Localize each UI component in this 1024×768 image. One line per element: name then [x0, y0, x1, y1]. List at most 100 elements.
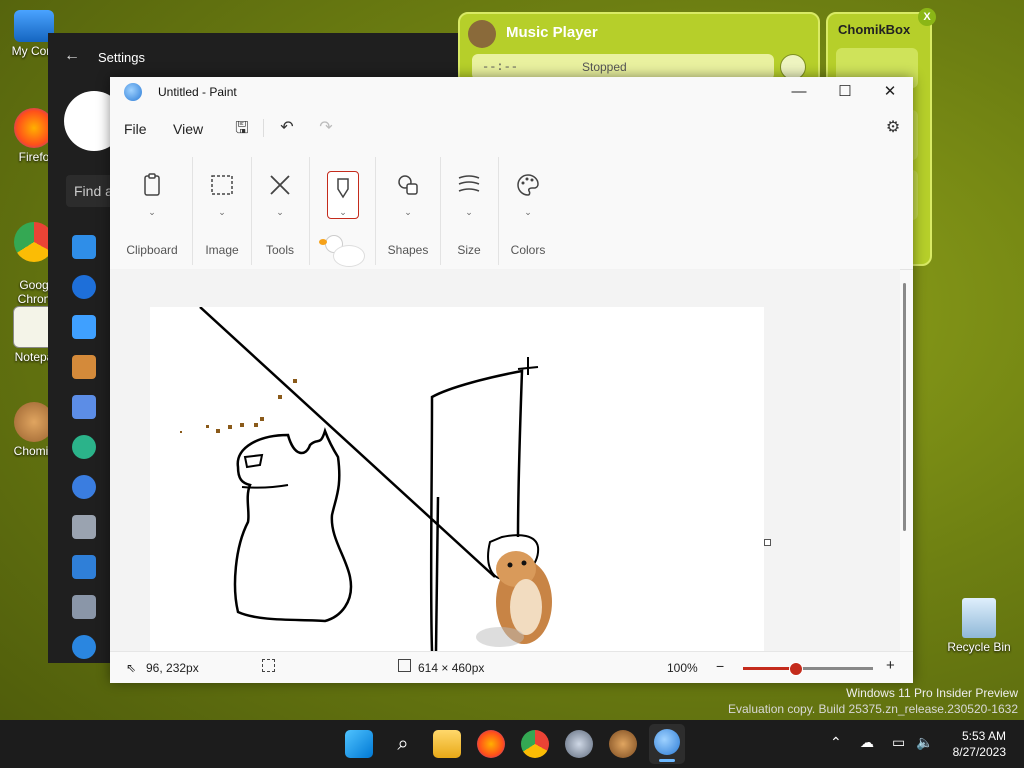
clock-date: 8/27/2023 [952, 745, 1006, 759]
accessibility-icon[interactable] [72, 555, 96, 579]
desktop-icon-recycle-bin[interactable]: Recycle Bin [944, 598, 1014, 654]
privacy-shield-icon[interactable] [72, 595, 96, 619]
close-icon[interactable]: X [918, 8, 936, 26]
save-icon[interactable]: 🖫 [231, 117, 253, 139]
ribbon-label: Clipboard [126, 243, 178, 257]
close-icon[interactable]: ✕ [867, 77, 913, 107]
chevron-down-icon: ⌄ [524, 207, 532, 217]
gaming-icon[interactable] [72, 515, 96, 539]
music-player-title: Music Player [506, 24, 598, 41]
divider [192, 157, 193, 265]
undo-icon[interactable]: ↶ [276, 117, 298, 139]
ribbon-group-colors[interactable]: ⌄ Colors [499, 151, 557, 269]
tools-icon [270, 175, 290, 195]
apps-icon[interactable] [72, 395, 96, 419]
chevron-down-icon: ⌄ [404, 207, 412, 217]
ribbon-group-shapes[interactable]: ⌄ Shapes [378, 151, 438, 269]
search-icon[interactable]: ⌕ [389, 730, 417, 758]
menu-file[interactable]: File [124, 121, 147, 137]
chrome-icon[interactable] [521, 730, 549, 758]
ribbon-group-image[interactable]: ⌄ Image [194, 151, 250, 269]
selection-size-icon [262, 659, 275, 672]
menu-bar: File View 🖫 ↶ ↷ ⚙ [110, 111, 913, 145]
palette-icon [517, 174, 539, 196]
vertical-scrollbar[interactable] [903, 283, 906, 531]
hamster-sticker [476, 551, 552, 647]
chevron-down-icon: ⌄ [148, 207, 156, 217]
divider [309, 157, 310, 265]
ribbon-label: Tools [265, 243, 294, 257]
paint-window[interactable]: Untitled - Paint — ☐ ✕ File View 🖫 ↶ ↷ ⚙… [110, 77, 913, 683]
watermark-line: Windows 11 Pro Insider Preview [846, 686, 1018, 700]
ribbon-group-brushes[interactable]: ⌄ [313, 151, 373, 269]
cursor-position: 96, 232px [146, 661, 199, 675]
ribbon: ⌄ Clipboard ⌄ Image ⌄ Tools ⌄ ⌄ Shapes ⌄… [110, 151, 913, 270]
start-windows-icon[interactable] [345, 730, 373, 758]
title-bar[interactable]: Untitled - Paint — ☐ ✕ [110, 77, 913, 107]
maximize-icon[interactable]: ☐ [822, 77, 868, 107]
file-explorer-icon[interactable] [433, 730, 461, 758]
canvas-size-icon [398, 659, 411, 672]
paint-taskbar-button[interactable] [649, 724, 685, 764]
canvas-area[interactable] [110, 269, 900, 651]
wifi-icon[interactable] [72, 315, 96, 339]
goose-sprite [313, 231, 365, 269]
settings-gear-icon[interactable] [565, 730, 593, 758]
redo-icon[interactable]: ↷ [315, 117, 337, 139]
desktop-icon-label: Recycle Bin [947, 640, 1011, 654]
ribbon-label: Shapes [387, 243, 429, 257]
desktop-icon-label: Firefo [18, 150, 50, 164]
resize-handle[interactable] [764, 539, 771, 546]
active-indicator [659, 759, 675, 762]
hamster-icon[interactable] [609, 730, 637, 758]
ribbon-group-tools[interactable]: ⌄ Tools [252, 151, 308, 269]
size-icon [458, 175, 480, 192]
minimize-icon[interactable]: — [776, 77, 822, 107]
chevron-down-icon: ⌄ [218, 207, 226, 217]
zoom-in-icon[interactable]: + [886, 657, 895, 674]
volume-icon[interactable]: 🔈 [916, 734, 933, 751]
time-language-icon[interactable] [72, 475, 96, 499]
settings-icon[interactable]: ⚙ [882, 117, 904, 139]
paint-app-icon [654, 729, 680, 755]
drawing-canvas[interactable] [150, 306, 764, 651]
shapes-icon [398, 175, 418, 195]
windows-update-icon[interactable] [72, 635, 96, 659]
accounts-icon[interactable] [72, 435, 96, 459]
brush-icon[interactable] [72, 355, 96, 379]
taskbar: ⌕ ⌃ ☁ ▭ 🔈 5:53 AM 8/27/2023 [0, 720, 1024, 768]
divider [375, 157, 376, 265]
chomikbox-title: ChomikBox [838, 22, 911, 37]
firefox-icon[interactable] [477, 730, 505, 758]
player-status: Stopped [582, 60, 627, 74]
zoom-out-icon[interactable]: − [716, 658, 724, 674]
chevron-up-icon[interactable]: ⌃ [830, 734, 842, 751]
zoom-level: 100% [667, 661, 698, 675]
chevron-down-icon: ⌄ [339, 207, 347, 217]
canvas-size: 614 × 460px [418, 661, 485, 675]
display-icon[interactable]: ▭ [892, 734, 905, 751]
music-player-window[interactable]: Music Player --:-- Stopped [458, 12, 820, 86]
settings-title: Settings [98, 50, 145, 65]
system-clock[interactable]: 5:53 AM 8/27/2023 [953, 728, 1006, 760]
back-arrow-icon[interactable]: ← [64, 47, 80, 65]
zoom-slider-thumb[interactable] [789, 662, 803, 676]
chevron-down-icon: ⌄ [465, 207, 473, 217]
pointer-icon: ⇖ [126, 661, 137, 675]
system-icon[interactable] [72, 235, 96, 259]
recycle-bin-icon [962, 598, 996, 638]
ribbon-label: Colors [510, 243, 546, 257]
chevron-down-icon: ⌄ [276, 207, 284, 217]
ribbon-group-clipboard[interactable]: ⌄ Clipboard [122, 151, 182, 269]
ribbon-label: Image [205, 243, 239, 257]
hamster-headphones-icon [468, 20, 496, 48]
paint-app-icon [124, 83, 142, 101]
desktop-icon-label: Goog Chron [17, 278, 51, 306]
bluetooth-icon[interactable] [72, 275, 96, 299]
zoom-slider[interactable] [743, 662, 873, 676]
clipboard-icon [144, 173, 160, 196]
ribbon-label: Size [457, 243, 481, 257]
menu-view[interactable]: View [173, 121, 203, 137]
ribbon-group-size[interactable]: ⌄ Size [441, 151, 497, 269]
network-offline-icon[interactable]: ☁ [860, 734, 874, 751]
